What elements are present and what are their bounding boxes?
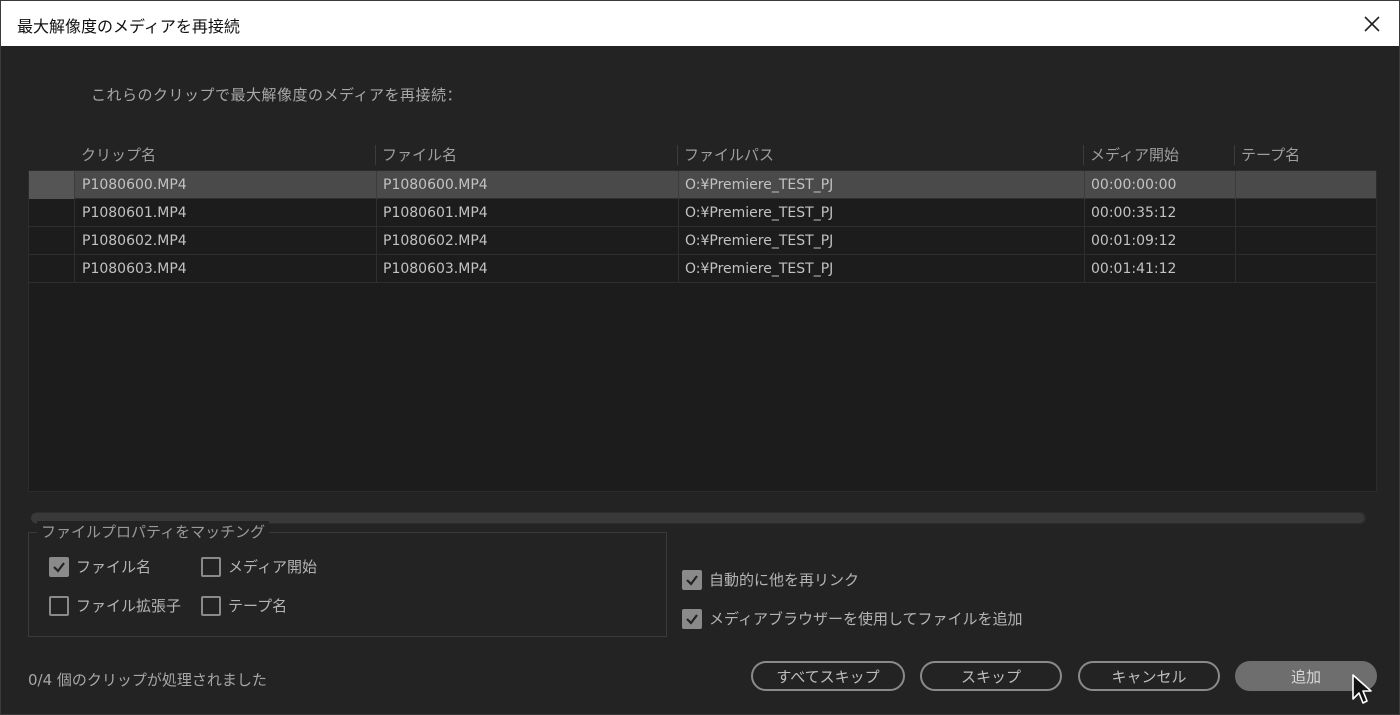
column-header-file-path[interactable]: ファイルパス — [684, 144, 774, 165]
column-divider[interactable] — [677, 145, 678, 165]
column-divider — [678, 171, 679, 199]
cell-file-name: P1080600.MP4 — [383, 177, 488, 193]
column-divider — [376, 199, 377, 227]
column-divider — [376, 255, 377, 283]
cell-clip-name: P1080602.MP4 — [82, 233, 187, 249]
column-header-clip-name[interactable]: クリップ名 — [81, 144, 156, 165]
column-divider — [1235, 171, 1236, 199]
cell-media-start: 00:01:41:12 — [1091, 261, 1177, 277]
column-divider — [1235, 199, 1236, 227]
tape-name-checkbox[interactable]: テープ名 — [201, 595, 287, 616]
row-gutter — [29, 171, 74, 199]
table-row[interactable]: P1080601.MP4 P1080601.MP4 O:¥Premiere_TE… — [29, 199, 1376, 227]
column-divider — [74, 171, 75, 199]
column-divider[interactable] — [1234, 145, 1235, 165]
use-media-browser-label: メディアブラウザーを使用してファイルを追加 — [709, 610, 1023, 628]
table-row[interactable]: P1080600.MP4 P1080600.MP4 O:¥Premiere_TE… — [29, 171, 1376, 199]
cell-clip-name: P1080601.MP4 — [82, 205, 187, 221]
match-properties-legend: ファイルプロパティをマッチング — [37, 521, 270, 542]
cell-clip-name: P1080603.MP4 — [82, 261, 187, 277]
row-gutter — [29, 227, 74, 255]
use-media-browser-checkbox[interactable]: メディアブラウザーを使用してファイルを追加 — [682, 608, 1023, 629]
auto-relink-checkbox[interactable]: 自動的に他を再リンク — [682, 569, 859, 590]
skip-all-button[interactable]: すべてスキップ — [751, 661, 905, 691]
prompt-text: これらのクリップで最大解像度のメディアを再接続： — [91, 86, 462, 104]
tape-name-label: テープ名 — [228, 597, 288, 615]
match-properties-group — [28, 532, 667, 637]
column-divider — [1084, 227, 1085, 255]
column-divider — [678, 255, 679, 283]
cell-file-path: O:¥Premiere_TEST_PJ — [685, 261, 834, 277]
title-bar: 最大解像度のメディアを再接続 — [1, 1, 1399, 46]
checkbox-unchecked-icon[interactable] — [201, 556, 221, 577]
cell-file-name: P1080603.MP4 — [383, 261, 488, 277]
column-header-tape-name[interactable]: テープ名 — [1241, 144, 1300, 165]
media-start-label: メディア開始 — [228, 558, 317, 576]
dialog-title: 最大解像度のメディアを再接続 — [17, 17, 240, 36]
checkbox-checked-icon[interactable] — [682, 569, 702, 590]
skip-button[interactable]: スキップ — [920, 661, 1062, 691]
column-divider — [74, 227, 75, 255]
column-divider — [1235, 227, 1236, 255]
column-header-file-name[interactable]: ファイル名 — [382, 144, 457, 165]
table-header: クリップ名 ファイル名 ファイルパス メディア開始 テープ名 — [28, 141, 1377, 169]
cancel-button[interactable]: キャンセル — [1078, 661, 1220, 691]
cell-clip-name: P1080600.MP4 — [82, 177, 187, 193]
cell-file-name: P1080601.MP4 — [383, 205, 488, 221]
cell-media-start: 00:00:00:00 — [1091, 177, 1177, 193]
file-name-label: ファイル名 — [76, 558, 152, 576]
checkbox-checked-icon[interactable] — [682, 608, 702, 629]
relink-dialog: 最大解像度のメディアを再接続 これらのクリップで最大解像度のメディアを再接続： … — [0, 0, 1400, 715]
column-header-media-start[interactable]: メディア開始 — [1090, 144, 1179, 165]
close-icon[interactable] — [1355, 7, 1389, 41]
checkbox-unchecked-icon[interactable] — [49, 595, 69, 616]
media-start-checkbox[interactable]: メディア開始 — [201, 556, 317, 577]
column-divider[interactable] — [375, 145, 376, 165]
row-gutter — [29, 255, 74, 283]
checkbox-unchecked-icon[interactable] — [201, 595, 221, 616]
file-name-checkbox[interactable]: ファイル名 — [49, 556, 151, 577]
table-row[interactable]: P1080603.MP4 P1080603.MP4 O:¥Premiere_TE… — [29, 255, 1376, 283]
cell-file-path: O:¥Premiere_TEST_PJ — [685, 205, 834, 221]
cell-file-path: O:¥Premiere_TEST_PJ — [685, 177, 834, 193]
column-divider — [376, 171, 377, 199]
column-divider — [74, 199, 75, 227]
column-divider — [678, 199, 679, 227]
row-gutter — [29, 199, 74, 227]
column-divider — [376, 227, 377, 255]
cell-file-path: O:¥Premiere_TEST_PJ — [685, 233, 834, 249]
cell-file-name: P1080602.MP4 — [383, 233, 488, 249]
column-divider — [678, 227, 679, 255]
column-divider[interactable] — [1083, 145, 1084, 165]
column-divider — [1084, 199, 1085, 227]
table-body: P1080600.MP4 P1080600.MP4 O:¥Premiere_TE… — [28, 170, 1377, 524]
column-divider — [1235, 255, 1236, 283]
cell-media-start: 00:00:35:12 — [1091, 205, 1177, 221]
column-divider — [74, 255, 75, 283]
column-divider — [1084, 255, 1085, 283]
add-button[interactable]: 追加 — [1235, 661, 1377, 691]
checkbox-checked-icon[interactable] — [49, 556, 69, 577]
status-text: 0/4 個のクリップが処理されました — [28, 671, 267, 689]
auto-relink-label: 自動的に他を再リンク — [709, 571, 860, 589]
cell-media-start: 00:01:09:12 — [1091, 233, 1177, 249]
clip-table: クリップ名 ファイル名 ファイルパス メディア開始 テープ名 P1080600.… — [28, 141, 1377, 524]
file-extension-checkbox[interactable]: ファイル拡張子 — [49, 595, 181, 616]
table-row[interactable]: P1080602.MP4 P1080602.MP4 O:¥Premiere_TE… — [29, 227, 1376, 255]
file-extension-label: ファイル拡張子 — [76, 597, 182, 615]
column-divider — [1084, 171, 1085, 199]
